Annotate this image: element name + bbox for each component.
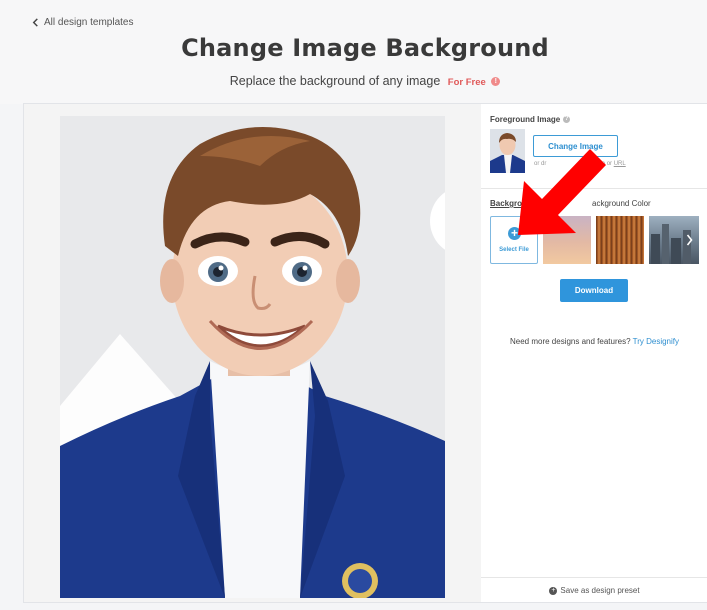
- tab-background-image[interactable]: Backgro: [490, 199, 522, 208]
- more-designs-text: Need more designs and features? Try Desi…: [481, 337, 707, 346]
- save-icon: +: [549, 586, 558, 595]
- download-button[interactable]: Download: [560, 279, 628, 302]
- background-swatch-wood[interactable]: [596, 216, 644, 264]
- foreground-image-label: Foreground Image: [490, 115, 561, 124]
- page-subtitle: Replace the background of any image For …: [0, 74, 707, 88]
- preview-image: [60, 116, 445, 598]
- building-shape: [651, 234, 660, 264]
- canvas-area: [24, 104, 482, 602]
- url-link[interactable]: URL: [614, 161, 626, 167]
- page-title: Change Image Background: [181, 34, 549, 62]
- tab-background-color[interactable]: ackground Color: [592, 199, 651, 208]
- change-image-button[interactable]: Change Image: [533, 135, 618, 157]
- subtitle-text: Replace the background of any image: [229, 74, 441, 88]
- select-file-button[interactable]: + Select File: [490, 216, 538, 264]
- save-preset-label: Save as design preset: [560, 586, 640, 595]
- back-link-label: All design templates: [44, 17, 134, 28]
- more-designs-label: Need more designs and features?: [510, 337, 631, 346]
- background-swatch-sunset[interactable]: [543, 216, 591, 264]
- editor-workspace: Foreground Image? Change Image or dr an i…: [23, 103, 707, 603]
- building-shape: [662, 224, 669, 264]
- plus-icon: +: [508, 227, 521, 240]
- settings-panel: Foreground Image? Change Image or dr an i…: [481, 104, 707, 602]
- background-swatch-city[interactable]: [649, 216, 699, 264]
- chevron-left-icon: [32, 18, 38, 27]
- section-divider: [481, 188, 707, 189]
- foreground-thumbnail-image: [490, 129, 525, 173]
- question-icon[interactable]: ?: [563, 116, 571, 124]
- chevron-right-icon[interactable]: [686, 234, 693, 246]
- back-to-templates-link[interactable]: All design templates: [32, 17, 134, 28]
- select-file-label: Select File: [499, 247, 529, 253]
- drop-hint-suffix: an image or: [580, 161, 613, 167]
- header-bar: All design templates Change Image Backgr…: [0, 0, 707, 104]
- foreground-image-heading: Foreground Image?: [490, 115, 571, 124]
- drop-hint-prefix: or dr: [534, 161, 547, 167]
- foreground-thumbnail[interactable]: [490, 129, 525, 173]
- drop-hint: or dr an image or URL: [534, 161, 626, 167]
- save-design-preset-button[interactable]: + Save as design preset: [481, 577, 707, 603]
- try-designify-link[interactable]: Try Designify: [633, 337, 679, 346]
- for-free-label: For Free: [447, 77, 486, 88]
- info-icon[interactable]: !: [491, 77, 501, 87]
- building-shape: [671, 238, 681, 264]
- background-tabs: Backgro ackground Color: [490, 199, 651, 208]
- cartoon-portrait-image: [60, 116, 445, 598]
